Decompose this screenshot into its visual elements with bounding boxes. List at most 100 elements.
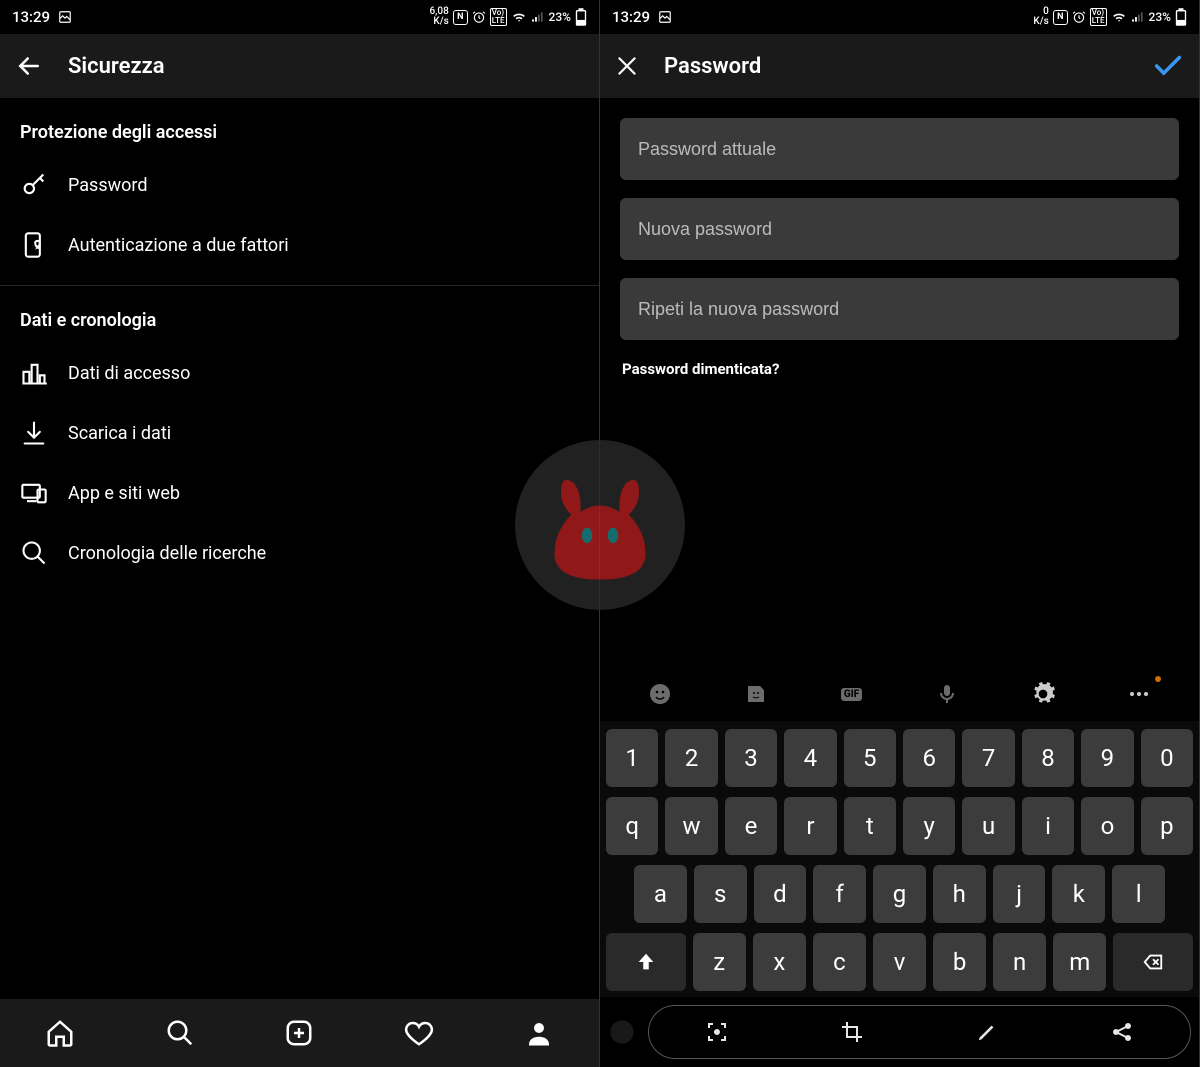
app-bar: Sicurezza <box>0 34 599 98</box>
key-w[interactable]: w <box>665 797 717 855</box>
nav-profile-icon[interactable] <box>522 1016 556 1050</box>
item-apps-websites-label: App e siti web <box>68 483 180 504</box>
key-f[interactable]: f <box>813 865 866 923</box>
item-apps-websites[interactable]: App e siti web <box>0 463 599 523</box>
key-r[interactable]: r <box>784 797 836 855</box>
nav-newpost-icon[interactable] <box>282 1016 316 1050</box>
password-content: Password dimenticata? <box>600 98 1199 667</box>
nav-activity-icon[interactable] <box>402 1016 436 1050</box>
key-2[interactable]: 2 <box>665 729 717 787</box>
key-p[interactable]: p <box>1141 797 1193 855</box>
backspace-key[interactable] <box>1113 933 1193 991</box>
nfc-icon: N <box>1053 10 1068 25</box>
wifi-icon <box>511 10 527 24</box>
more-icon[interactable] <box>1123 678 1155 710</box>
item-search-history[interactable]: Cronologia delle ricerche <box>0 523 599 583</box>
emoji-icon[interactable] <box>644 678 676 710</box>
nav-home-icon[interactable] <box>43 1016 77 1050</box>
key-6[interactable]: 6 <box>903 729 955 787</box>
pencil-icon[interactable] <box>973 1018 1001 1046</box>
key-5[interactable]: 5 <box>844 729 896 787</box>
key-u[interactable]: u <box>962 797 1014 855</box>
item-download-data[interactable]: Scarica i dati <box>0 403 599 463</box>
back-arrow-icon[interactable] <box>14 51 44 81</box>
phone-right-password: 13:29 0K/s N Vo)LTE 23% Password <box>600 0 1200 1067</box>
current-password-input[interactable] <box>620 118 1179 180</box>
key-icon <box>20 171 48 199</box>
item-access-data-label: Dati di accesso <box>68 363 190 384</box>
devices-icon <box>20 479 48 507</box>
key-d[interactable]: d <box>754 865 807 923</box>
phone-left-security: 13:29 6,08K/s N Vo)LTE 23% Sicurezza Pro… <box>0 0 600 1067</box>
item-password[interactable]: Password <box>0 155 599 215</box>
page-title: Sicurezza <box>68 54 165 79</box>
key-i[interactable]: i <box>1022 797 1074 855</box>
key-x[interactable]: x <box>753 933 806 991</box>
status-time: 13:29 <box>612 8 650 26</box>
sticker-icon[interactable] <box>740 678 772 710</box>
repeat-password-input[interactable] <box>620 278 1179 340</box>
battery-icon <box>1175 8 1187 26</box>
key-z[interactable]: z <box>693 933 746 991</box>
bar-chart-icon <box>20 359 48 387</box>
key-3[interactable]: 3 <box>725 729 777 787</box>
key-7[interactable]: 7 <box>962 729 1014 787</box>
battery-percent: 23% <box>1149 10 1171 24</box>
key-m[interactable]: m <box>1053 933 1106 991</box>
nav-search-icon[interactable] <box>163 1016 197 1050</box>
confirm-check-icon[interactable] <box>1151 49 1185 83</box>
scan-icon[interactable] <box>703 1018 731 1046</box>
key-row-3: asdfghjkl <box>606 865 1193 923</box>
key-4[interactable]: 4 <box>784 729 836 787</box>
item-two-factor[interactable]: Autenticazione a due fattori <box>0 215 599 275</box>
key-0[interactable]: 0 <box>1141 729 1193 787</box>
key-g[interactable]: g <box>873 865 926 923</box>
key-o[interactable]: o <box>1081 797 1133 855</box>
key-v[interactable]: v <box>873 933 926 991</box>
battery-percent: 23% <box>549 10 571 24</box>
search-icon <box>20 539 48 567</box>
key-s[interactable]: s <box>694 865 747 923</box>
key-l[interactable]: l <box>1112 865 1165 923</box>
page-title: Password <box>664 54 761 79</box>
key-h[interactable]: h <box>933 865 986 923</box>
volte-icon: Vo)LTE <box>1090 8 1107 26</box>
keyboard-bottom-bar <box>600 997 1199 1067</box>
close-icon[interactable] <box>614 53 640 79</box>
key-9[interactable]: 9 <box>1081 729 1133 787</box>
key-8[interactable]: 8 <box>1022 729 1074 787</box>
key-a[interactable]: a <box>634 865 687 923</box>
key-c[interactable]: c <box>813 933 866 991</box>
key-q[interactable]: q <box>606 797 658 855</box>
item-download-data-label: Scarica i dati <box>68 423 171 444</box>
forgot-password-link[interactable]: Password dimenticata? <box>620 358 1179 378</box>
key-k[interactable]: k <box>1052 865 1105 923</box>
signal-icon <box>1131 10 1145 24</box>
key-b[interactable]: b <box>933 933 986 991</box>
crop-icon[interactable] <box>838 1018 866 1046</box>
item-password-label: Password <box>68 175 148 196</box>
share-icon[interactable] <box>1108 1018 1136 1046</box>
keyboard-toolbar: GIF <box>600 667 1199 721</box>
network-speed: 0K/s <box>1033 7 1048 27</box>
item-search-history-label: Cronologia delle ricerche <box>68 543 266 564</box>
shift-key[interactable] <box>606 933 686 991</box>
key-n[interactable]: n <box>993 933 1046 991</box>
key-e[interactable]: e <box>725 797 777 855</box>
new-password-input[interactable] <box>620 198 1179 260</box>
key-y[interactable]: y <box>903 797 955 855</box>
key-1[interactable]: 1 <box>606 729 658 787</box>
security-content: Protezione degli accessi Password Autent… <box>0 98 599 999</box>
status-bar: 13:29 6,08K/s N Vo)LTE 23% <box>0 0 599 34</box>
gif-icon[interactable]: GIF <box>836 678 868 710</box>
wifi-icon <box>1111 10 1127 24</box>
key-t[interactable]: t <box>844 797 896 855</box>
item-access-data[interactable]: Dati di accesso <box>0 343 599 403</box>
screenshot-icon <box>658 10 672 24</box>
alarm-icon <box>472 10 486 24</box>
shield-phone-icon <box>20 231 48 259</box>
gear-icon[interactable] <box>1027 678 1059 710</box>
mic-icon[interactable] <box>931 678 963 710</box>
emoji-toggle-icon[interactable] <box>608 1018 636 1046</box>
key-j[interactable]: j <box>993 865 1046 923</box>
